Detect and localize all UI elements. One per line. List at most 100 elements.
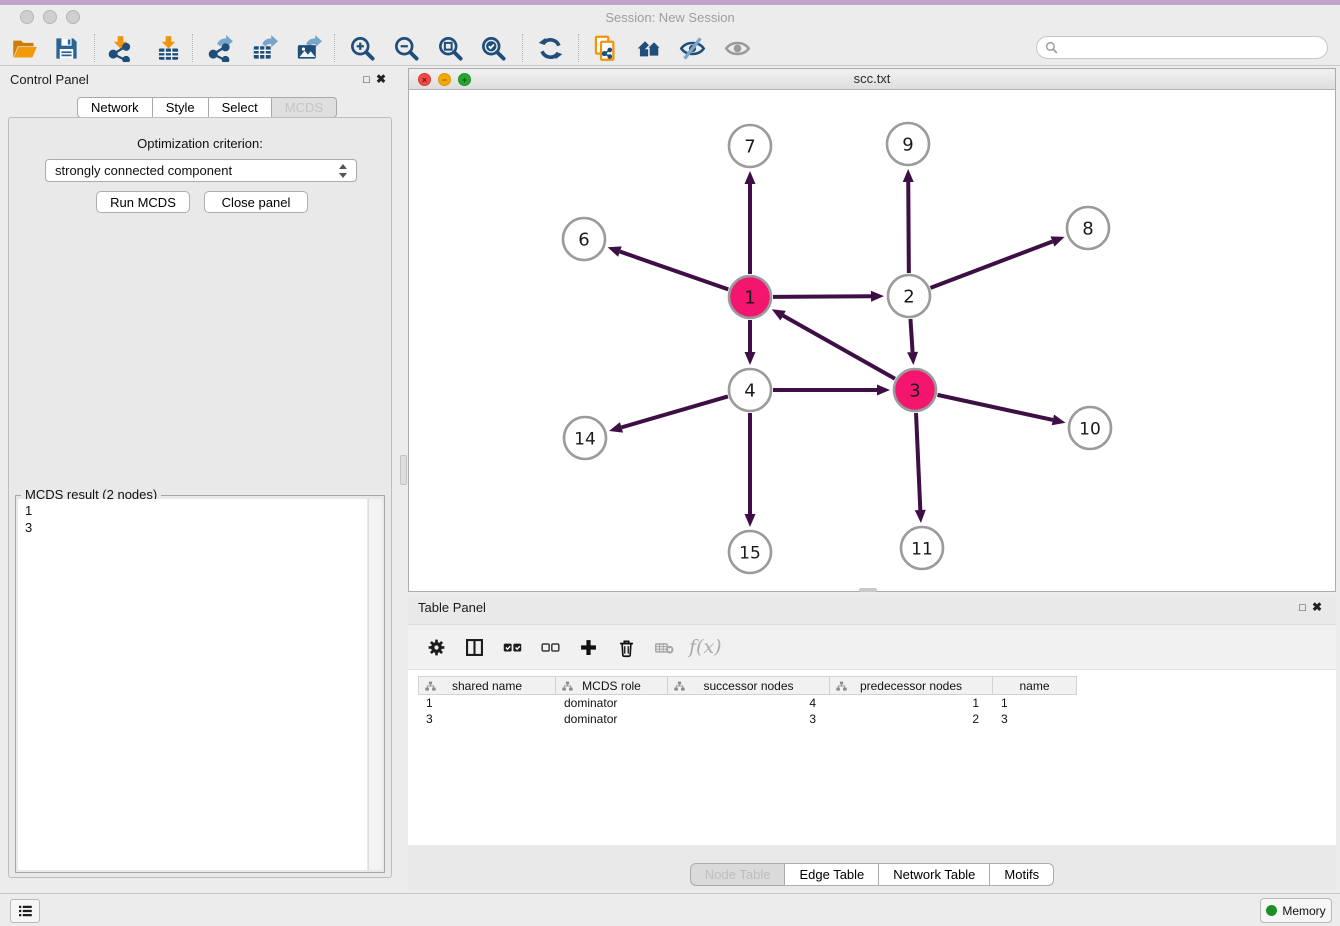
table-cell[interactable]: 1 — [993, 695, 1077, 711]
network-resize-grip[interactable] — [859, 588, 877, 592]
search-input[interactable] — [1063, 41, 1319, 55]
table-cell[interactable]: 1 — [418, 695, 556, 711]
edge-2-3[interactable] — [910, 319, 912, 352]
status-bar: Memory — [0, 893, 1340, 926]
table-cell[interactable]: 3 — [993, 711, 1077, 727]
edge-4-14[interactable] — [621, 396, 727, 427]
export-image-button[interactable] — [288, 31, 328, 65]
network-window-titlebar[interactable]: × − + scc.txt — [409, 69, 1335, 90]
delete-row-button[interactable] — [613, 634, 639, 660]
graph-node-14[interactable]: 14 — [564, 417, 606, 459]
close-panel-button[interactable]: Close panel — [204, 191, 308, 213]
edge-3-1[interactable] — [783, 316, 895, 379]
import-network-icon — [107, 35, 134, 62]
export-network-button[interactable] — [200, 31, 240, 65]
tab-select[interactable]: Select — [209, 97, 272, 118]
graph-node-6[interactable]: 6 — [563, 218, 605, 260]
graph-node-8[interactable]: 8 — [1067, 207, 1109, 249]
zoom-out-button[interactable] — [386, 31, 426, 65]
graph-node-2[interactable]: 2 — [888, 275, 930, 317]
table-row[interactable]: 3dominator323 — [418, 711, 1077, 727]
node-label: 7 — [744, 137, 755, 158]
column-header-shared-name[interactable]: shared name — [418, 676, 556, 695]
tab-motifs[interactable]: Motifs — [990, 863, 1054, 886]
graph-node-1[interactable]: 1 — [729, 276, 771, 318]
window-traffic-lights[interactable] — [20, 10, 89, 29]
save-session-button[interactable] — [46, 31, 86, 65]
column-header-predecessor-nodes[interactable]: predecessor nodes — [830, 676, 993, 695]
close-panel-icon[interactable]: ✖ — [376, 72, 392, 86]
tab-node-table[interactable]: Node Table — [690, 863, 786, 886]
edge-2-9[interactable] — [908, 182, 909, 273]
zoom-selected-button[interactable] — [473, 31, 513, 65]
column-header-MCDS-role[interactable]: MCDS role — [556, 676, 668, 695]
toolbar-search[interactable] — [1036, 36, 1328, 59]
import-table-button[interactable] — [148, 31, 188, 65]
graph-node-15[interactable]: 15 — [729, 531, 771, 573]
graph-node-10[interactable]: 10 — [1069, 407, 1111, 449]
edge-1-6[interactable] — [620, 252, 728, 290]
tab-style[interactable]: Style — [153, 97, 209, 118]
mcds-result-list[interactable]: 13 — [18, 499, 367, 870]
optimization-criterion-select[interactable]: strongly connected component — [45, 159, 357, 182]
edge-3-11[interactable] — [916, 413, 920, 510]
column-chooser-button[interactable] — [461, 634, 487, 660]
unselect-all-columns-button[interactable] — [537, 634, 563, 660]
table-close-panel-icon[interactable]: ✖ — [1312, 600, 1328, 614]
memory-button[interactable]: Memory — [1260, 898, 1332, 923]
column-header-successor-nodes[interactable]: successor nodes — [668, 676, 830, 695]
tab-mcds[interactable]: MCDS — [272, 97, 337, 118]
table-cell[interactable]: 4 — [668, 695, 830, 711]
network-canvas[interactable]: 7 9 6 8 1 2 4 3 14 10 15 11 — [409, 90, 1335, 591]
table-cell[interactable]: dominator — [556, 695, 668, 711]
clone-network-button[interactable] — [585, 31, 625, 65]
result-scrollbar[interactable] — [368, 499, 382, 870]
graph-node-11[interactable]: 11 — [901, 527, 943, 569]
task-history-button[interactable] — [10, 899, 40, 923]
table-cell[interactable]: 3 — [668, 711, 830, 727]
select-all-columns-button[interactable] — [499, 634, 525, 660]
graph-node-7[interactable]: 7 — [729, 125, 771, 167]
edge-2-8[interactable] — [931, 241, 1053, 287]
table-cell[interactable]: 3 — [418, 711, 556, 727]
network-minimize-icon[interactable]: − — [438, 73, 451, 86]
window-minimize-button[interactable] — [43, 10, 57, 24]
import-network-button[interactable] — [100, 31, 140, 65]
zoom-fit-button[interactable] — [430, 31, 470, 65]
home-button[interactable] — [629, 31, 669, 65]
graph-node-4[interactable]: 4 — [729, 369, 771, 411]
table-cell[interactable]: 2 — [830, 711, 993, 727]
table-row[interactable]: 1dominator411 — [418, 695, 1077, 711]
column-header-name[interactable]: name — [993, 676, 1077, 695]
function-builder-button[interactable]: f(x) — [689, 636, 722, 658]
float-panel-icon[interactable]: □ — [363, 74, 376, 86]
table-cell[interactable]: 1 — [830, 695, 993, 711]
network-graph[interactable]: 7 9 6 8 1 2 4 3 14 10 15 11 — [409, 90, 1335, 591]
graph-node-9[interactable]: 9 — [887, 123, 929, 165]
show-all-button[interactable] — [717, 31, 757, 65]
panel-splitter-handle[interactable] — [400, 455, 407, 485]
run-mcds-button[interactable]: Run MCDS — [96, 191, 190, 213]
window-zoom-button[interactable] — [66, 10, 80, 24]
tab-edge-table[interactable]: Edge Table — [785, 863, 879, 886]
tab-network-table[interactable]: Network Table — [879, 863, 990, 886]
edge-3-10[interactable] — [937, 395, 1052, 420]
tab-network[interactable]: Network — [77, 97, 153, 118]
network-zoom-icon[interactable]: + — [458, 73, 471, 86]
graph-node-3[interactable]: 3 — [894, 369, 936, 411]
table-cell[interactable]: dominator — [556, 711, 668, 727]
refresh-button[interactable] — [530, 31, 570, 65]
table-settings-button[interactable] — [423, 634, 449, 660]
node-table[interactable]: shared nameMCDS rolesuccessor nodesprede… — [418, 676, 1077, 727]
zoom-in-button[interactable] — [342, 31, 382, 65]
open-session-button[interactable] — [4, 31, 44, 65]
zoom-selected-icon — [480, 35, 507, 62]
hide-unselected-button[interactable] — [672, 31, 712, 65]
window-close-button[interactable] — [20, 10, 34, 24]
export-table-button[interactable] — [244, 31, 284, 65]
delete-table-button[interactable] — [651, 634, 677, 660]
add-row-button[interactable] — [575, 634, 601, 660]
edge-1-2[interactable] — [773, 296, 871, 297]
table-float-panel-icon[interactable]: □ — [1299, 602, 1312, 614]
network-close-icon[interactable]: × — [418, 73, 431, 86]
